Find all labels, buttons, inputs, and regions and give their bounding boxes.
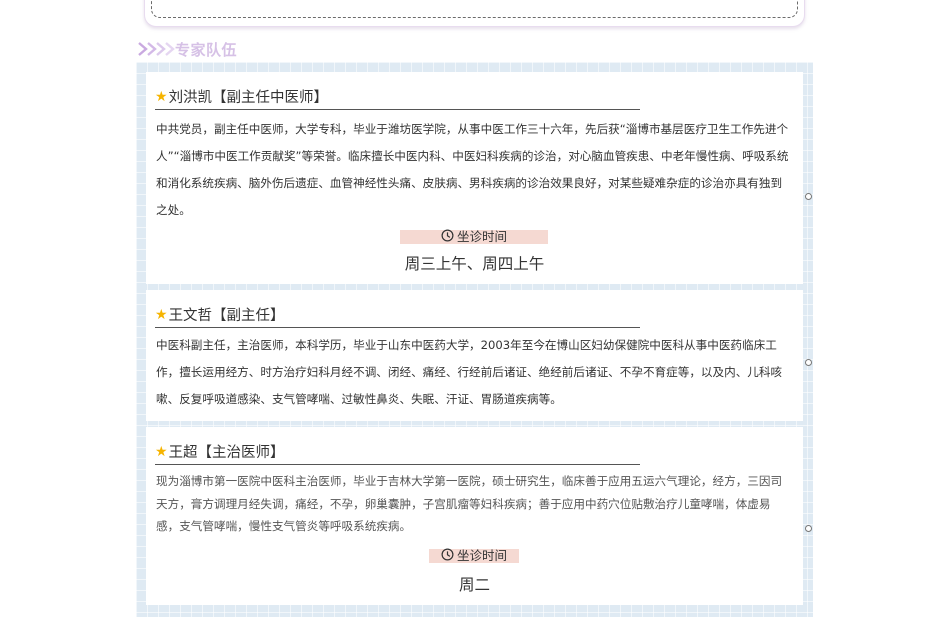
consult-time-label: 坐诊时间 (400, 229, 548, 244)
clock-icon (441, 548, 454, 560)
previous-section-box (144, 0, 805, 27)
doctor-name: 刘洪凯【副主任中医师】 (168, 90, 329, 106)
doctor-card: ★ 刘洪凯【副主任中医师】 中共党员，副主任中医师，大学专科，毕业于潍坊医学院，… (146, 72, 803, 284)
doctor-name-row: ★ 王文哲【副主任】 (155, 302, 640, 328)
doctor-name-row: ★ 刘洪凯【副主任中医师】 (155, 84, 640, 110)
star-icon: ★ (155, 306, 168, 323)
doctor-bio: 中共党员，副主任中医师，大学专科，毕业于潍坊医学院，从事中医工作三十六年，先后获… (156, 122, 789, 217)
consult-schedule: 周二 (458, 576, 490, 594)
section-title: 专家队伍 (175, 40, 238, 59)
side-dot (805, 193, 812, 200)
consult-time-text: 坐诊时间 (456, 547, 507, 563)
side-dot (805, 359, 812, 366)
consult-schedule: 周三上午、周四上午 (404, 255, 545, 273)
star-icon: ★ (155, 88, 168, 105)
side-dot (805, 525, 812, 532)
doctor-card: ★ 王超【主治医师】 现为淄博市第一医院中医科主治医师，毕业于吉林大学第一医院，… (146, 427, 803, 605)
triple-chevron-icon (137, 42, 175, 56)
doctor-card: ★ 王文哲【副主任】 中医科副主任，主治医师，本科学历，毕业于山东中医药大学，2… (146, 290, 803, 421)
dashed-border (151, 0, 798, 18)
section-header: 专家队伍 (137, 36, 237, 62)
doctor-name: 王超【主治医师】 (168, 445, 285, 461)
consult-time-label: 坐诊时间 (429, 548, 519, 563)
doctor-bio: 现为淄博市第一医院中医科主治医师，毕业于吉林大学第一医院，硕士研究生，临床善于应… (156, 474, 783, 533)
doctor-name: 王文哲【副主任】 (168, 308, 285, 324)
consult-time-text: 坐诊时间 (456, 228, 507, 244)
clock-icon (441, 229, 454, 241)
doctor-name-row: ★ 王超【主治医师】 (155, 439, 640, 465)
star-icon: ★ (155, 443, 168, 460)
doctor-bio: 中医科副主任，主治医师，本科学历，毕业于山东中医药大学，2003年至今在博山区妇… (156, 338, 783, 406)
